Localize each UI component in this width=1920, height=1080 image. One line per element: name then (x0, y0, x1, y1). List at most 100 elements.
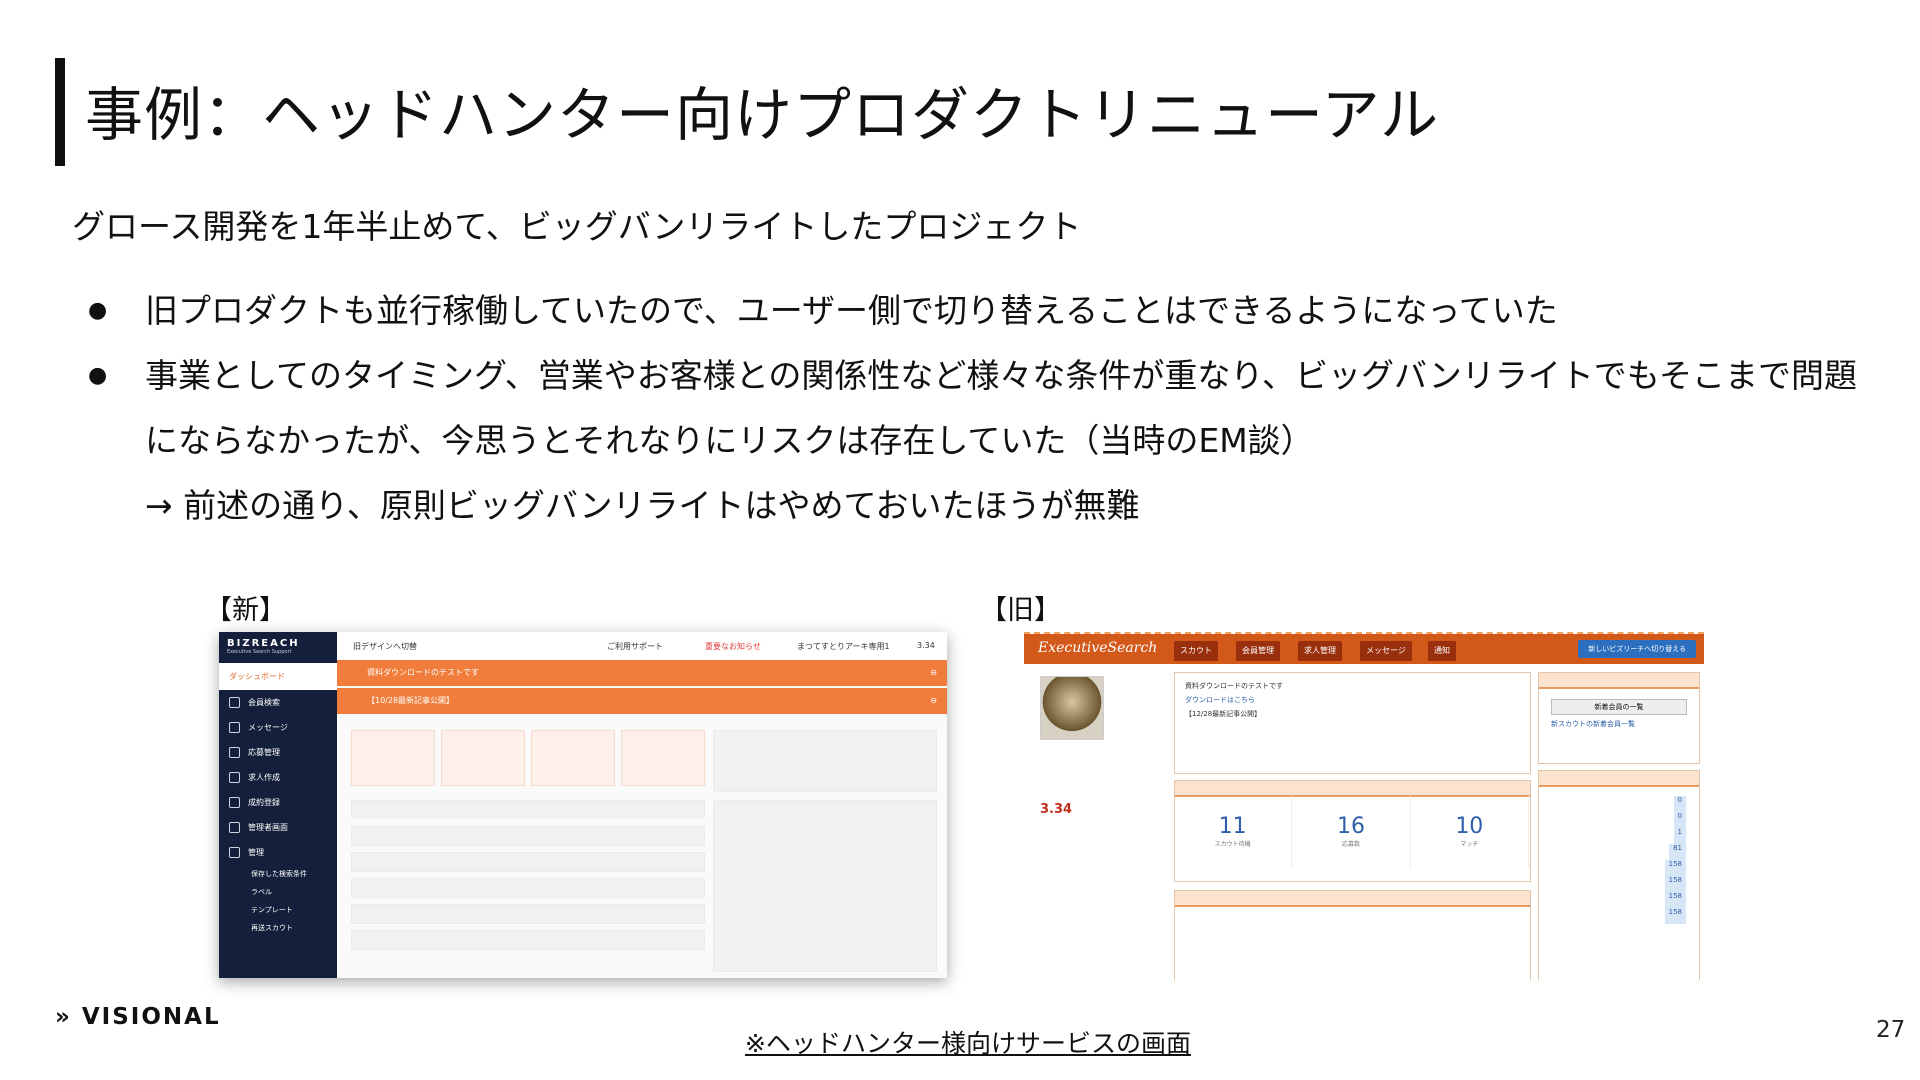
notice-text: 資料ダウンロードのテストです (367, 668, 479, 677)
subnav-labels[interactable]: ラベル (219, 883, 337, 901)
new-members-link[interactable]: 新スカウトの新着会員一覧 (1539, 719, 1699, 729)
chevron-right-icon: » (55, 1004, 72, 1030)
new-members-button[interactable]: 新着会員の一覧 (1551, 699, 1687, 715)
bullet-list: ● 旧プロダクトも並行稼働していたので、ユーザー側で切り替えることはできるように… (80, 278, 1880, 538)
old-tab-scout[interactable]: スカウト (1174, 641, 1218, 661)
old-stats: 11 スカウト待機 16 応募数 10 マッチ (1174, 796, 1529, 868)
edit-icon (229, 797, 240, 808)
notice-banner[interactable]: 【10/28最新記事公開】 ⊖ (337, 688, 947, 714)
count-badge[interactable]: 0 (1673, 812, 1686, 828)
switch-design-link[interactable]: 旧デザインへ切替 (353, 641, 417, 652)
table-header (351, 800, 705, 818)
bullet-item: ● 旧プロダクトも並行稼働していたので、ユーザー側で切り替えることはできるように… (80, 278, 1880, 343)
mail-icon (229, 722, 240, 733)
screenshot-caption: ※ヘッドハンター様向けサービスの画面 (745, 1029, 1191, 1058)
panel-header (1175, 891, 1530, 907)
rating-value: 3.34 (917, 641, 935, 650)
old-header: ExecutiveSearch スカウト 会員管理 求人管理 メッセージ 通知 … (1024, 634, 1704, 664)
table-row (351, 904, 705, 924)
old-rating: 3.34 (1040, 802, 1073, 817)
nav-contract[interactable]: 成約登録 (219, 790, 337, 815)
count-badge[interactable]: 158 (1664, 908, 1686, 924)
nav-member-search[interactable]: 会員検索 (219, 690, 337, 715)
table-row (351, 930, 705, 950)
new-brand-sub: Executive Search Support (227, 649, 292, 655)
bullet-line: 旧プロダクトも並行稼働していたので、ユーザー側で切り替えることはできるようになっ… (145, 291, 1558, 330)
count-badge[interactable]: 158 (1664, 876, 1686, 892)
panel-header (1539, 771, 1699, 787)
nav-label: 会員検索 (248, 698, 280, 707)
old-news-panel: 資料ダウンロードのテストです ダウンロードはこちら 【12/28最新記事公開】 (1174, 672, 1531, 774)
label-new: 【新】 (205, 595, 286, 626)
stat-label: スカウト待機 (1214, 841, 1251, 848)
company-name[interactable]: まつてすとりアーキ専用1 (797, 641, 890, 652)
users-icon (229, 822, 240, 833)
nav-label: 成約登録 (248, 798, 280, 807)
nav-job-create[interactable]: 求人作成 (219, 765, 337, 790)
nav-admin[interactable]: 管理者画面 (219, 815, 337, 840)
title-accent-bar (55, 58, 65, 166)
old-tab-jobs[interactable]: 求人管理 (1298, 641, 1342, 661)
panel-header (1175, 781, 1530, 797)
news-item: 【12/28最新記事公開】 (1185, 710, 1262, 718)
bullet-line: にならなかったが、今思うとそれなりにリスクは存在していた（当時のEM談） (145, 421, 1314, 460)
document-icon (229, 772, 240, 783)
switch-new-button[interactable]: 新しいビズリーチへ切り替える (1578, 640, 1696, 658)
count-badge[interactable]: 158 (1664, 860, 1686, 876)
support-link[interactable]: ご利用サポート (607, 641, 663, 652)
table-row (351, 878, 705, 898)
count-badge[interactable]: 81 (1669, 844, 1686, 860)
count-badge[interactable]: 1 (1673, 828, 1686, 844)
subnav-rescout[interactable]: 再送スカウト (219, 919, 337, 937)
side-card (713, 730, 937, 792)
count-badge[interactable]: 158 (1664, 892, 1686, 908)
stat-value: 11 (1218, 814, 1247, 839)
bullet-line: 事業としてのタイミング、営業やお客様との関係性など様々な条件が重なり、ビッグバン… (145, 356, 1858, 395)
bullet-dot-icon: ● (88, 298, 108, 323)
count-badge[interactable]: 0 (1673, 796, 1686, 812)
nav-applications[interactable]: 応募管理 (219, 740, 337, 765)
old-jobs-panel (1174, 890, 1531, 980)
nav-label: 管理者画面 (248, 823, 288, 832)
nav-dashboard[interactable]: ダッシュボード (219, 663, 337, 690)
old-tab-members[interactable]: 会員管理 (1236, 641, 1280, 661)
close-icon[interactable]: ⊖ (930, 660, 937, 686)
slide-subtitle: グロース開発を1年半止めて、ビッグバンリライトしたプロジェクト (72, 207, 1082, 246)
label-old: 【旧】 (980, 595, 1061, 626)
nav-messages[interactable]: メッセージ (219, 715, 337, 740)
summary-card (351, 730, 435, 786)
stat-value: 16 (1336, 814, 1365, 839)
nav-label: 応募管理 (248, 748, 280, 757)
summary-card (621, 730, 705, 786)
nav-label: メッセージ (248, 723, 288, 732)
nav-manage[interactable]: 管理 (219, 840, 337, 865)
logo-text: VISIONAL (81, 1004, 221, 1030)
important-notice-link[interactable]: 重要なお知らせ (705, 641, 761, 652)
notice-banner[interactable]: 資料ダウンロードのテストです ⊖ (337, 660, 947, 686)
close-icon[interactable]: ⊖ (930, 688, 937, 714)
avatar (1040, 676, 1104, 740)
stat-item[interactable]: 16 応募数 (1292, 796, 1411, 868)
nav-label: 管理 (248, 848, 264, 857)
subnav-saved-search[interactable]: 保存した検索条件 (219, 865, 337, 883)
old-product-screenshot: ExecutiveSearch スカウト 会員管理 求人管理 メッセージ 通知 … (1024, 632, 1704, 980)
bullet-line: → 前述の通り、原則ビッグバンリライトはやめておいたほうが無難 (145, 486, 1140, 525)
old-right-panel: 新着会員の一覧 新スカウトの新着会員一覧 (1538, 672, 1700, 764)
apply-icon (229, 747, 240, 758)
search-icon (229, 697, 240, 708)
stat-item[interactable]: 10 マッチ (1411, 796, 1529, 868)
visional-logo: » VISIONAL (55, 1004, 221, 1030)
side-card (713, 800, 937, 972)
panel-header (1539, 673, 1699, 689)
gear-icon (229, 847, 240, 858)
subnav-templates[interactable]: テンプレート (219, 901, 337, 919)
old-logo: ExecutiveSearch (1038, 640, 1158, 656)
old-tab-notify[interactable]: 通知 (1428, 641, 1456, 661)
stat-value: 10 (1455, 814, 1484, 839)
download-link[interactable]: ダウンロードはこちら (1185, 693, 1520, 707)
old-tab-messages[interactable]: メッセージ (1360, 641, 1412, 661)
new-product-screenshot: BIZREACH Executive Search Support ダッシュボー… (219, 632, 947, 978)
stat-item[interactable]: 11 スカウト待機 (1174, 796, 1293, 868)
summary-card (441, 730, 525, 786)
table-row (351, 852, 705, 872)
